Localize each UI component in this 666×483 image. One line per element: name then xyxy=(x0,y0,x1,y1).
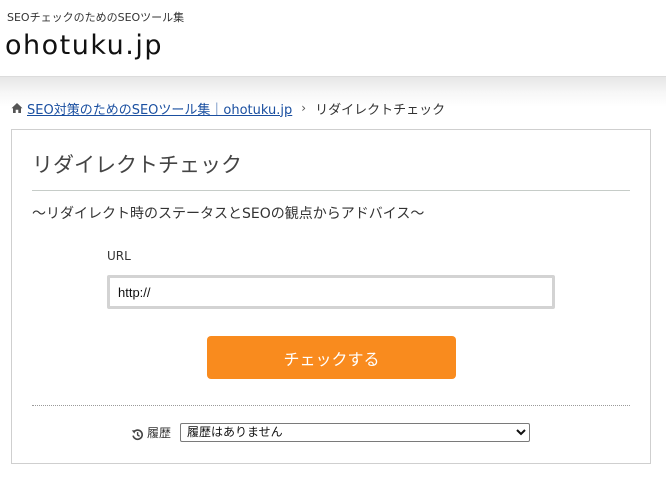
url-label: URL xyxy=(107,249,131,263)
breadcrumb-separator: › xyxy=(301,101,307,115)
site-title[interactable]: ohotuku.jp xyxy=(5,29,163,63)
page-subtitle: ～リダイレクト時のステータスとSEOの観点からアドバイス～ xyxy=(32,206,425,222)
site-header: SEOチェックのためのSEOツール集 ohotuku.jp xyxy=(0,0,666,76)
breadcrumb-home-link[interactable]: SEO対策のためのSEOツール集｜ohotuku.jp xyxy=(27,99,292,118)
redirect-check-panel: リダイレクトチェック ～リダイレクト時のステータスとSEOの観点からアドバイス～… xyxy=(11,129,651,464)
history-icon xyxy=(131,426,144,440)
page-title: リダイレクトチェック xyxy=(32,153,242,177)
url-input[interactable] xyxy=(107,275,555,309)
site-tagline: SEOチェックのためのSEOツール集 xyxy=(7,11,185,24)
check-button[interactable]: チェックする xyxy=(207,336,456,379)
breadcrumb-current: リダイレクトチェック xyxy=(315,102,446,118)
breadcrumb: SEO対策のためのSEOツール集｜ohotuku.jp › リダイレクトチェック xyxy=(11,99,446,118)
history-select[interactable]: 履歴はありません xyxy=(180,422,531,442)
home-icon xyxy=(11,102,23,114)
dotted-divider xyxy=(32,405,630,406)
title-divider xyxy=(32,190,630,191)
history-row: 履歴 履歴はありません xyxy=(131,422,531,442)
history-label: 履歴 xyxy=(147,425,172,440)
